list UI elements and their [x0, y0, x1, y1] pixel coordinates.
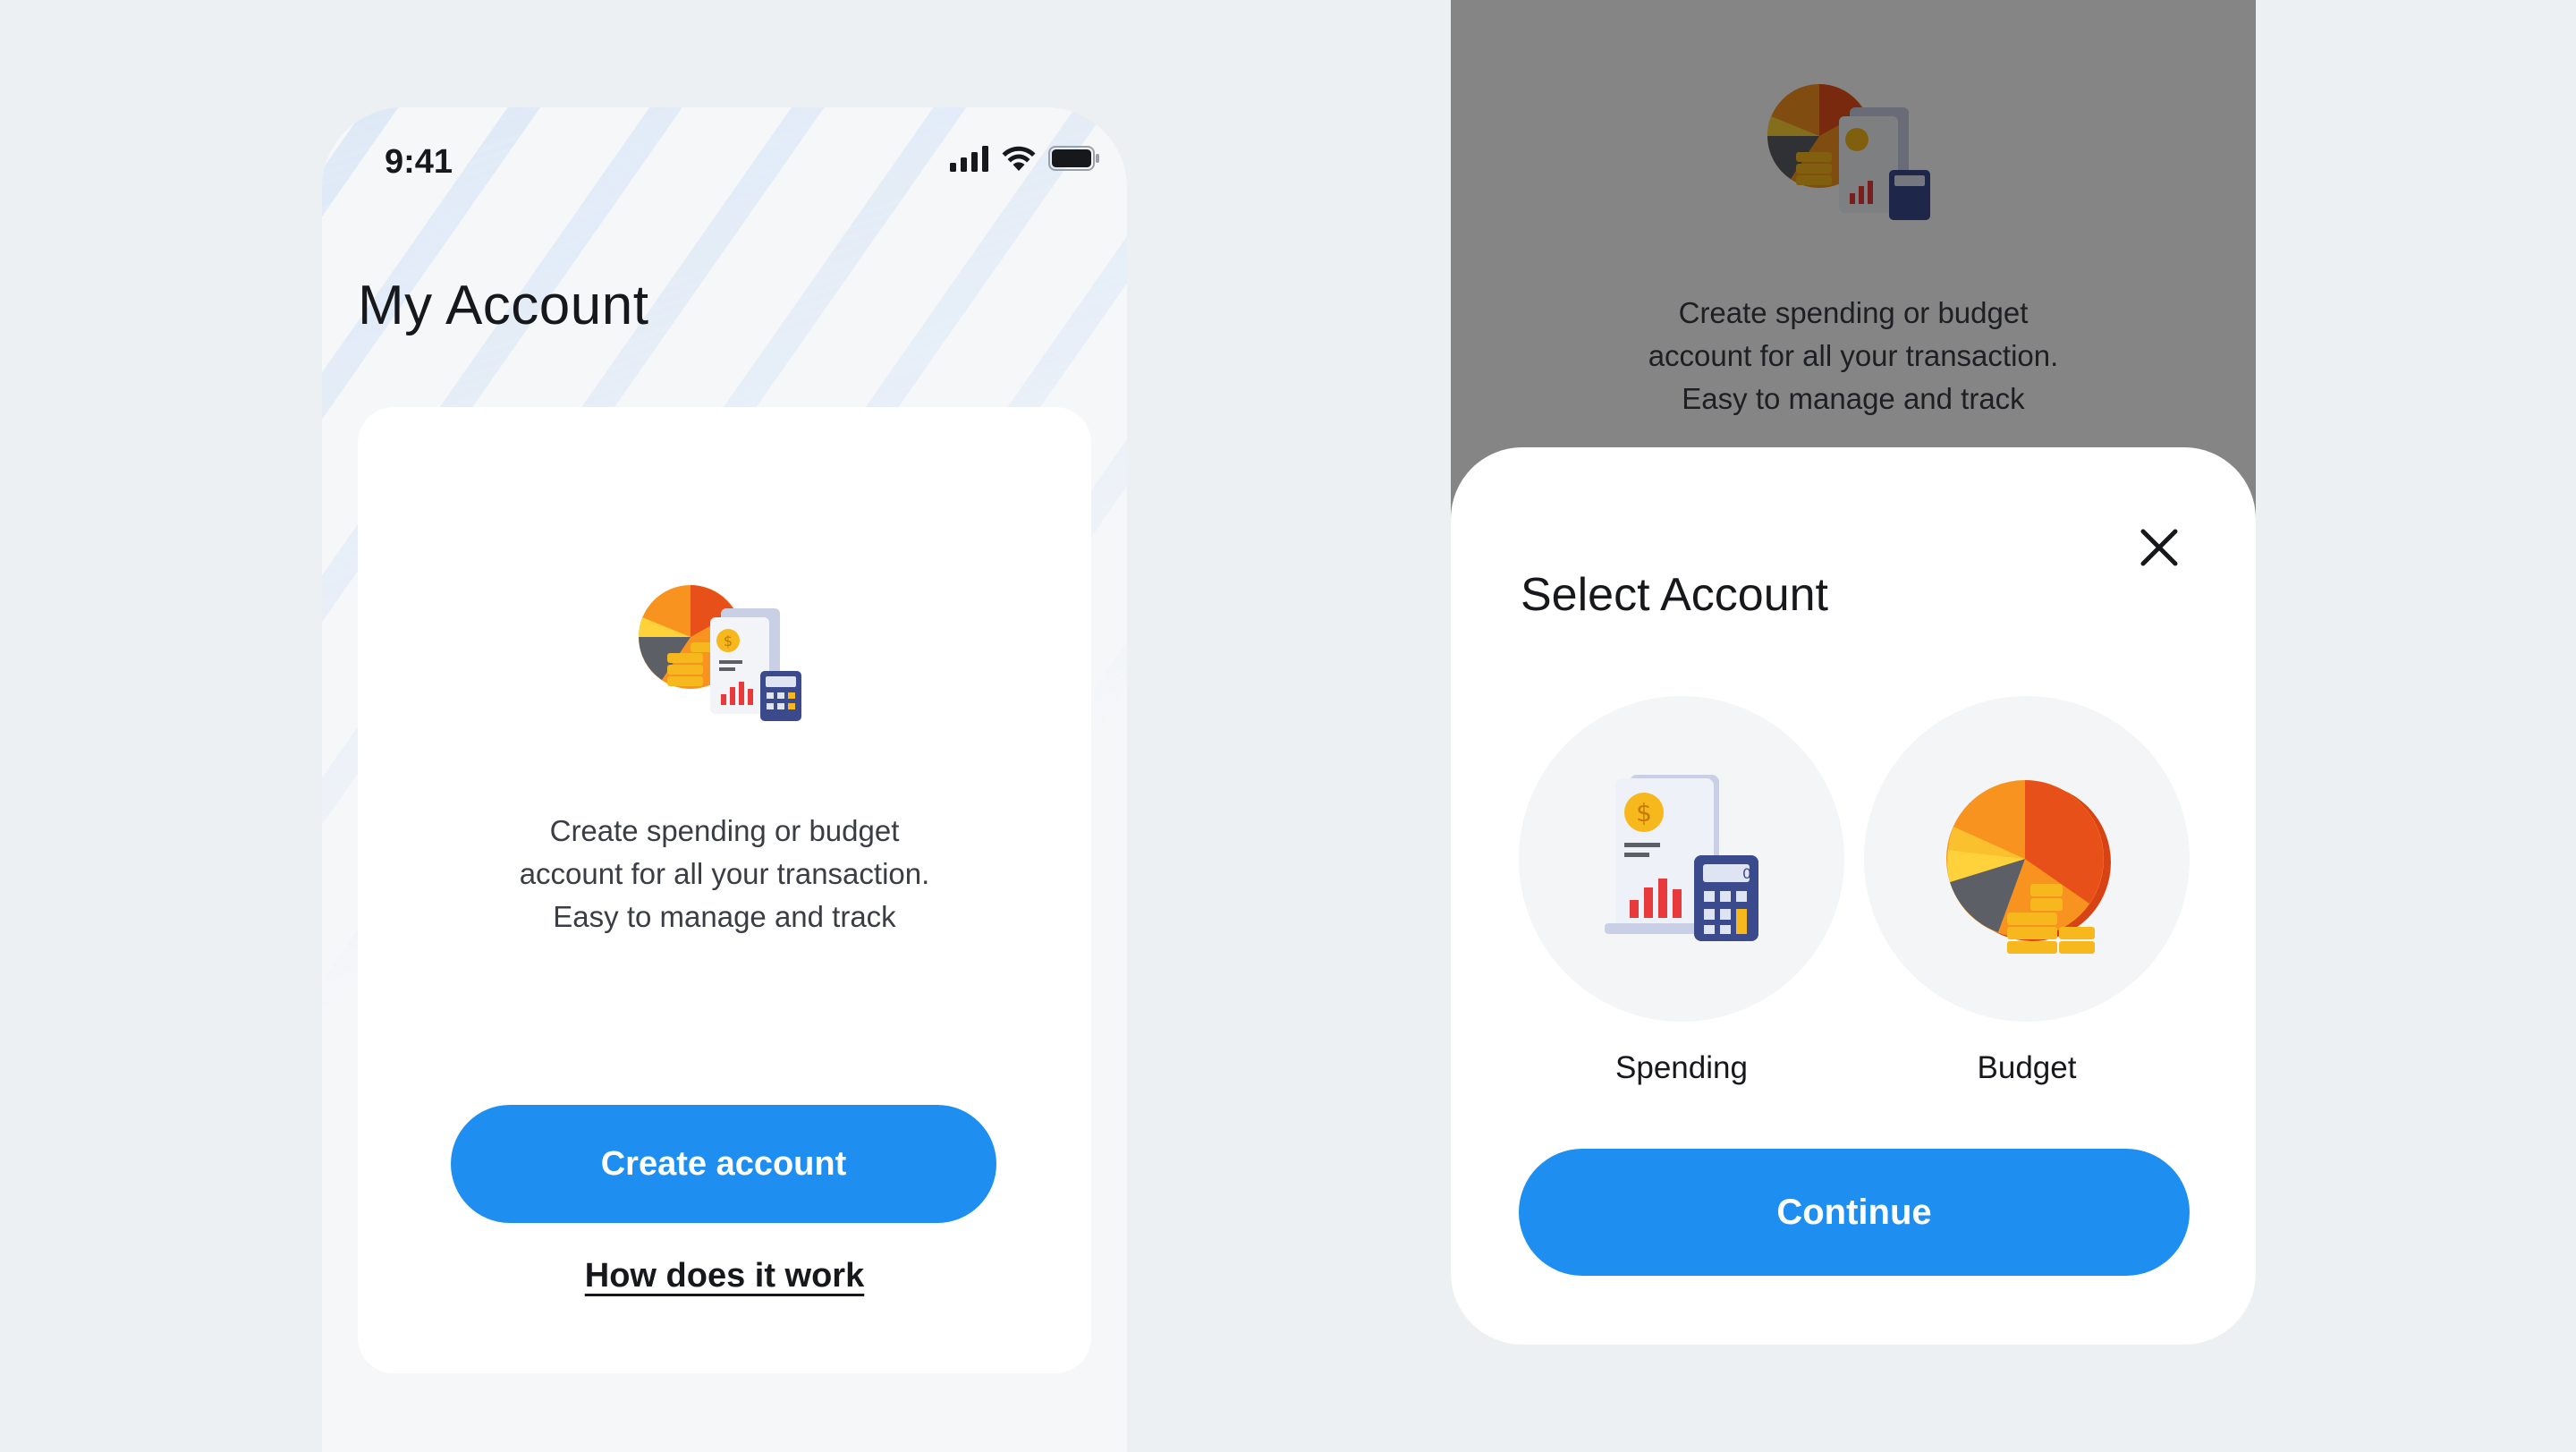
budget-option-label[interactable]: Budget	[1864, 1050, 2190, 1086]
finance-illustration-icon: $	[638, 585, 801, 721]
status-bar: 9:41	[322, 107, 1127, 215]
my-account-screen: 9:41 My Account $ Create spending or bud…	[322, 107, 1127, 1452]
budget-option[interactable]: Budget	[1864, 696, 2190, 1086]
close-icon[interactable]	[2131, 519, 2188, 576]
budget-option-circle[interactable]	[1864, 696, 2190, 1022]
account-intro-card: $ Create spending or budget account for …	[358, 407, 1091, 1373]
description-line: Create spending or budget	[549, 814, 900, 847]
page-title: My Account	[358, 275, 649, 336]
spending-report-icon: $ 0	[1605, 775, 1758, 941]
continue-button[interactable]: Continue	[1519, 1149, 2190, 1276]
budget-pie-icon	[1946, 780, 2111, 954]
spending-option-circle[interactable]: $ 0	[1519, 696, 1844, 1022]
battery-icon	[1048, 146, 1099, 171]
spending-option[interactable]: $ 0 Spending	[1519, 696, 1844, 1086]
signal-icon	[950, 146, 988, 172]
how-does-it-work-link[interactable]: How does it work	[358, 1257, 1091, 1295]
svg-text:$: $	[1636, 798, 1652, 828]
select-account-screen: Create spending or budget account for al…	[1451, 0, 2256, 1345]
create-account-button[interactable]: Create account	[451, 1105, 996, 1223]
description-line: account for all your transaction.	[519, 857, 930, 890]
status-time: 9:41	[385, 143, 453, 181]
description-line: Easy to manage and track	[553, 900, 896, 933]
spending-option-label[interactable]: Spending	[1519, 1050, 1844, 1086]
sheet-title: Select Account	[1521, 569, 1828, 621]
card-description: Create spending or budget account for al…	[358, 810, 1091, 938]
select-account-sheet: Select Account $ 0 Spending Budget Conti…	[1451, 447, 2256, 1345]
svg-text:0: 0	[1742, 865, 1751, 882]
wifi-icon	[1002, 146, 1036, 171]
status-icons	[950, 145, 1100, 172]
svg-text:$: $	[724, 633, 733, 650]
